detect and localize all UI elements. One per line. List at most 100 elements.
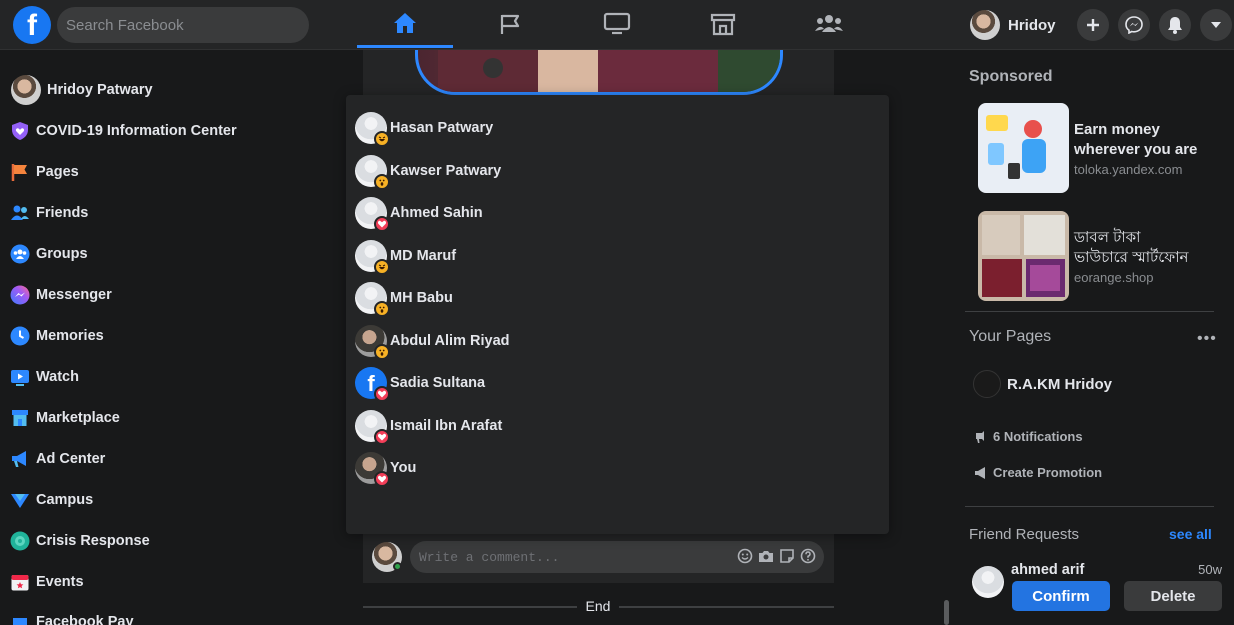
search-input[interactable] [57,7,309,43]
sidebar-item-label: Memories [36,328,104,344]
haha-reaction-icon [374,259,390,275]
list-item[interactable]: f Sadia Sultana [355,366,485,402]
ad-title: ভাউচারে স্মার্টফোন [1074,249,1189,266]
list-item[interactable]: Kawser Patwary [355,154,501,190]
divider [965,506,1214,507]
sidebar-item-memories[interactable]: Memories [10,318,104,354]
clock-icon [10,326,30,346]
request-time: 50w [1198,562,1222,577]
list-item[interactable]: Ismail Ibn Arafat [355,409,502,445]
ad-domain: toloka.yandex.com [1074,162,1183,177]
see-all-link[interactable]: see all [1169,526,1212,542]
messenger-button[interactable] [1118,9,1150,41]
account-menu-button[interactable] [1200,9,1232,41]
avatar [355,282,390,317]
sidebar-item-label: Campus [36,492,94,508]
more-options-icon[interactable]: ••• [1197,330,1217,348]
person-name[interactable]: Hasan Patwary [390,120,493,136]
sidebar-item-marketplace[interactable]: Marketplace [10,400,120,436]
watch-icon [603,12,631,35]
person-name[interactable]: You [390,460,416,476]
facebook-logo[interactable]: f [13,6,51,44]
love-reaction-icon [374,386,390,402]
home-icon [394,12,416,33]
create-promotion-label: Create Promotion [993,465,1103,480]
shield-heart-icon [10,121,30,141]
sticker-icon[interactable] [779,548,795,564]
sidebar-item-crisis-response[interactable]: Crisis Response [10,523,150,559]
list-item[interactable]: You [355,451,416,487]
love-reaction-icon [374,471,390,487]
plus-icon [1087,19,1099,31]
sidebar-item-ad-center[interactable]: Ad Center [10,441,105,477]
emoji-icon[interactable] [737,548,753,564]
sidebar-item-profile[interactable]: Hridoy Patwary [11,72,153,108]
avatar[interactable] [972,566,1004,598]
list-item[interactable]: Hasan Patwary [355,111,493,147]
list-item[interactable]: Abdul Alim Riyad [355,324,510,360]
sidebar-item-watch[interactable]: Watch [10,359,79,395]
comment-tools [737,548,816,564]
page-name: R.A.KM Hridoy [1007,375,1112,393]
profile-chip[interactable]: Hridoy [966,8,1060,42]
person-name[interactable]: Sadia Sultana [390,375,485,391]
avatar [355,197,390,232]
create-promotion-link[interactable]: Create Promotion [974,465,1102,480]
sidebar-item-label: Watch [36,369,79,385]
pay-icon [10,612,30,625]
tab-home[interactable] [357,0,453,48]
sidebar-item-label: Groups [36,246,88,262]
sidebar-item-covid[interactable]: COVID-19 Information Center [10,113,237,149]
sidebar-item-campus[interactable]: Campus [10,482,93,518]
avatar [11,75,41,105]
help-icon[interactable] [800,548,816,564]
person-name[interactable]: Ismail Ibn Arafat [390,418,502,434]
camera-icon[interactable] [758,548,774,564]
sidebar-item-label: COVID-19 Information Center [36,123,237,139]
avatar [355,240,390,275]
scrollbar[interactable] [944,600,949,625]
flag-icon [500,14,520,34]
delete-button[interactable]: Delete [1124,581,1222,611]
sidebar-item-label: Messenger [36,287,112,303]
person-name[interactable]: MD Maruf [390,248,456,264]
notifications-button[interactable] [1159,9,1191,41]
person-name[interactable]: Ahmed Sahin [390,205,483,221]
ad-title: ডাবল টাকা [1074,229,1141,246]
confirm-button[interactable]: Confirm [1012,581,1110,611]
ad-title: wherever you are [1074,141,1198,158]
tab-watch[interactable] [569,0,665,48]
ad-text: ডাবল টাকা ভাউচারে স্মার্টফোন eorange.sho… [1074,211,1189,301]
marketplace-icon [710,13,736,36]
notifications-label: 6 Notifications [993,429,1083,444]
sidebar-item-events[interactable]: Events [10,564,84,600]
tab-groups[interactable] [781,0,877,48]
page-item[interactable]: R.A.KM Hridoy [973,370,1112,398]
tab-marketplace[interactable] [675,0,771,48]
divider [965,311,1214,312]
sponsored-ad[interactable]: ডাবল টাকা ভাউচারে স্মার্টফোন eorange.sho… [978,211,1218,301]
sidebar-item-label: Friends [36,205,89,221]
requester-name[interactable]: ahmed arif [1011,562,1084,578]
avatar [970,10,1000,40]
sponsored-ad[interactable]: Earn money wherever you are toloka.yande… [978,103,1218,193]
create-button[interactable] [1077,9,1109,41]
person-name[interactable]: Abdul Alim Riyad [390,333,510,349]
sidebar-item-facebook-pay[interactable]: Facebook Pay [10,604,134,625]
sidebar-item-messenger[interactable]: Messenger [10,277,112,313]
feed-end-label: End [577,598,619,616]
list-item[interactable]: MH Babu [355,281,453,317]
list-item[interactable]: Ahmed Sahin [355,196,483,232]
avatar [355,155,390,190]
person-name[interactable]: MH Babu [390,290,453,306]
post-photo[interactable] [415,50,783,95]
page-notifications-link[interactable]: 6 Notifications [974,429,1083,444]
your-pages-heading: Your Pages [969,328,1052,345]
list-item[interactable]: MD Maruf [355,239,456,275]
sidebar-item-groups[interactable]: Groups [10,236,88,272]
tab-pages[interactable] [463,0,559,48]
sidebar-item-pages[interactable]: Pages [10,154,79,190]
person-name[interactable]: Kawser Patwary [390,163,501,179]
sidebar-item-friends[interactable]: Friends [10,195,88,231]
megaphone-icon [10,449,30,469]
